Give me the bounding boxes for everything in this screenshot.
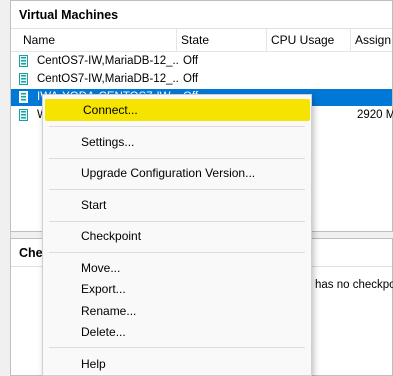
vm-name: CentOS7-IW,MariaDB-12_... <box>37 73 179 85</box>
vm-row[interactable]: CentOS7-IW,MariaDB-12_... Off <box>11 71 392 88</box>
menu-item-upgrade-configuration-version[interactable]: Upgrade Configuration Version... <box>43 162 311 184</box>
menu-item-connect[interactable]: Connect... <box>45 99 310 121</box>
menu-item-help[interactable]: Help <box>43 353 311 375</box>
vm-icon <box>19 91 28 103</box>
hyper-v-manager-window: Virtual Machines Name State CPU Usage As… <box>0 0 393 376</box>
menu-separator <box>49 221 305 222</box>
vm-name: CentOS7-IW,MariaDB-12_... <box>37 55 179 67</box>
vm-assigned-memory: 2920 M <box>357 109 393 121</box>
menu-item-rename[interactable]: Rename... <box>43 300 311 322</box>
menu-item-start[interactable]: Start <box>43 194 311 216</box>
no-checkpoints-message: has no checkpoi <box>315 279 393 291</box>
menu-separator <box>49 252 305 253</box>
menu-separator <box>49 347 305 348</box>
column-name[interactable]: Name <box>11 29 177 51</box>
virtual-machines-title: Virtual Machines <box>11 1 392 29</box>
vm-context-menu: Connect... Settings... Upgrade Configura… <box>42 94 312 376</box>
menu-item-delete[interactable]: Delete... <box>43 321 311 343</box>
column-cpu-usage[interactable]: CPU Usage <box>267 29 351 51</box>
column-assigned-memory[interactable]: Assign <box>351 29 393 51</box>
vm-state: Off <box>183 55 199 67</box>
vm-row[interactable]: CentOS7-IW,MariaDB-12_... Off <box>11 53 392 70</box>
menu-item-export[interactable]: Export... <box>43 278 311 300</box>
vm-icon <box>19 55 28 67</box>
vm-icon <box>19 109 28 121</box>
menu-separator <box>49 158 305 159</box>
vm-state: Off <box>183 73 199 85</box>
vm-icon <box>19 73 28 85</box>
menu-item-settings[interactable]: Settings... <box>43 131 311 153</box>
menu-separator <box>49 126 305 127</box>
menu-item-move[interactable]: Move... <box>43 257 311 279</box>
column-state[interactable]: State <box>177 29 267 51</box>
menu-separator <box>49 189 305 190</box>
vm-column-header: Name State CPU Usage Assign <box>11 29 392 52</box>
menu-item-checkpoint[interactable]: Checkpoint <box>43 225 311 247</box>
